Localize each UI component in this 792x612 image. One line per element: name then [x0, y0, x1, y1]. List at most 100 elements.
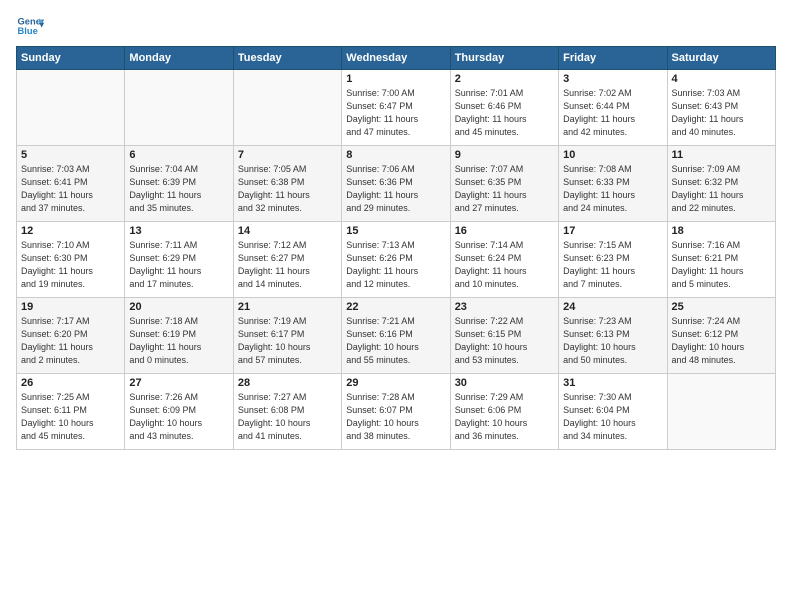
- day-number: 5: [21, 149, 120, 161]
- weekday-header-monday: Monday: [125, 47, 233, 70]
- day-info: Sunrise: 7:09 AM Sunset: 6:32 PM Dayligh…: [672, 163, 771, 215]
- weekday-header-friday: Friday: [559, 47, 667, 70]
- day-info: Sunrise: 7:07 AM Sunset: 6:35 PM Dayligh…: [455, 163, 554, 215]
- calendar-cell: 12 Sunrise: 7:10 AM Sunset: 6:30 PM Dayli…: [17, 222, 125, 298]
- day-info: Sunrise: 7:22 AM Sunset: 6:15 PM Dayligh…: [455, 315, 554, 367]
- day-info: Sunrise: 7:17 AM Sunset: 6:20 PM Dayligh…: [21, 315, 120, 367]
- header: General Blue: [16, 12, 776, 40]
- day-number: 25: [672, 301, 771, 313]
- calendar-cell: 31 Sunrise: 7:30 AM Sunset: 6:04 PM Dayli…: [559, 374, 667, 450]
- day-info: Sunrise: 7:27 AM Sunset: 6:08 PM Dayligh…: [238, 391, 337, 443]
- day-number: 13: [129, 225, 228, 237]
- calendar-body: 1Sunrise: 7:00 AM Sunset: 6:47 PM Daylig…: [17, 70, 776, 450]
- calendar-cell: 1Sunrise: 7:00 AM Sunset: 6:47 PM Daylig…: [342, 70, 450, 146]
- day-number: 2: [455, 73, 554, 85]
- logo-icon: General Blue: [16, 12, 44, 40]
- day-info: Sunrise: 7:11 AM Sunset: 6:29 PM Dayligh…: [129, 239, 228, 291]
- day-info: Sunrise: 7:06 AM Sunset: 6:36 PM Dayligh…: [346, 163, 445, 215]
- day-info: Sunrise: 7:03 AM Sunset: 6:41 PM Dayligh…: [21, 163, 120, 215]
- day-number: 8: [346, 149, 445, 161]
- calendar-cell: 22 Sunrise: 7:21 AM Sunset: 6:16 PM Dayli…: [342, 298, 450, 374]
- day-info: Sunrise: 7:01 AM Sunset: 6:46 PM Dayligh…: [455, 87, 554, 139]
- day-number: 4: [672, 73, 771, 85]
- day-info: Sunrise: 7:05 AM Sunset: 6:38 PM Dayligh…: [238, 163, 337, 215]
- day-number: 31: [563, 377, 662, 389]
- day-info: Sunrise: 7:03 AM Sunset: 6:43 PM Dayligh…: [672, 87, 771, 139]
- calendar-cell: [125, 70, 233, 146]
- calendar-cell: 9 Sunrise: 7:07 AM Sunset: 6:35 PM Daylig…: [450, 146, 558, 222]
- day-number: 10: [563, 149, 662, 161]
- day-number: 20: [129, 301, 228, 313]
- day-number: 29: [346, 377, 445, 389]
- day-info: Sunrise: 7:24 AM Sunset: 6:12 PM Dayligh…: [672, 315, 771, 367]
- calendar-cell: 7 Sunrise: 7:05 AM Sunset: 6:38 PM Daylig…: [233, 146, 341, 222]
- day-number: 30: [455, 377, 554, 389]
- day-info: Sunrise: 7:21 AM Sunset: 6:16 PM Dayligh…: [346, 315, 445, 367]
- logo: General Blue: [16, 12, 44, 40]
- day-number: 22: [346, 301, 445, 313]
- day-info: Sunrise: 7:25 AM Sunset: 6:11 PM Dayligh…: [21, 391, 120, 443]
- calendar-cell: 30 Sunrise: 7:29 AM Sunset: 6:06 PM Dayli…: [450, 374, 558, 450]
- week-row-3: 12 Sunrise: 7:10 AM Sunset: 6:30 PM Dayli…: [17, 222, 776, 298]
- day-number: 18: [672, 225, 771, 237]
- day-info: Sunrise: 7:13 AM Sunset: 6:26 PM Dayligh…: [346, 239, 445, 291]
- day-info: Sunrise: 7:12 AM Sunset: 6:27 PM Dayligh…: [238, 239, 337, 291]
- day-number: 3: [563, 73, 662, 85]
- day-info: Sunrise: 7:14 AM Sunset: 6:24 PM Dayligh…: [455, 239, 554, 291]
- calendar-cell: 27 Sunrise: 7:26 AM Sunset: 6:09 PM Dayli…: [125, 374, 233, 450]
- calendar-cell: 21Sunrise: 7:19 AM Sunset: 6:17 PM Dayli…: [233, 298, 341, 374]
- calendar-table: SundayMondayTuesdayWednesdayThursdayFrid…: [16, 46, 776, 450]
- day-number: 6: [129, 149, 228, 161]
- calendar-cell: 4 Sunrise: 7:03 AM Sunset: 6:43 PM Daylig…: [667, 70, 775, 146]
- day-info: Sunrise: 7:28 AM Sunset: 6:07 PM Dayligh…: [346, 391, 445, 443]
- day-number: 26: [21, 377, 120, 389]
- calendar-cell: 20 Sunrise: 7:18 AM Sunset: 6:19 PM Dayli…: [125, 298, 233, 374]
- calendar-cell: 28 Sunrise: 7:27 AM Sunset: 6:08 PM Dayli…: [233, 374, 341, 450]
- week-row-1: 1Sunrise: 7:00 AM Sunset: 6:47 PM Daylig…: [17, 70, 776, 146]
- calendar-cell: 24Sunrise: 7:23 AM Sunset: 6:13 PM Dayli…: [559, 298, 667, 374]
- day-number: 23: [455, 301, 554, 313]
- day-info: Sunrise: 7:26 AM Sunset: 6:09 PM Dayligh…: [129, 391, 228, 443]
- week-row-5: 26 Sunrise: 7:25 AM Sunset: 6:11 PM Dayli…: [17, 374, 776, 450]
- calendar-cell: 19 Sunrise: 7:17 AM Sunset: 6:20 PM Dayli…: [17, 298, 125, 374]
- calendar-cell: 10 Sunrise: 7:08 AM Sunset: 6:33 PM Dayli…: [559, 146, 667, 222]
- weekday-header-sunday: Sunday: [17, 47, 125, 70]
- calendar-cell: 25 Sunrise: 7:24 AM Sunset: 6:12 PM Dayli…: [667, 298, 775, 374]
- weekday-header-row: SundayMondayTuesdayWednesdayThursdayFrid…: [17, 47, 776, 70]
- day-number: 14: [238, 225, 337, 237]
- calendar-cell: 26 Sunrise: 7:25 AM Sunset: 6:11 PM Dayli…: [17, 374, 125, 450]
- day-number: 28: [238, 377, 337, 389]
- calendar-cell: 18 Sunrise: 7:16 AM Sunset: 6:21 PM Dayli…: [667, 222, 775, 298]
- day-info: Sunrise: 7:30 AM Sunset: 6:04 PM Dayligh…: [563, 391, 662, 443]
- day-info: Sunrise: 7:10 AM Sunset: 6:30 PM Dayligh…: [21, 239, 120, 291]
- day-number: 24: [563, 301, 662, 313]
- calendar-cell: [233, 70, 341, 146]
- week-row-2: 5 Sunrise: 7:03 AM Sunset: 6:41 PM Daylig…: [17, 146, 776, 222]
- day-number: 1: [346, 73, 445, 85]
- day-number: 27: [129, 377, 228, 389]
- calendar-cell: 23 Sunrise: 7:22 AM Sunset: 6:15 PM Dayli…: [450, 298, 558, 374]
- day-number: 9: [455, 149, 554, 161]
- day-info: Sunrise: 7:08 AM Sunset: 6:33 PM Dayligh…: [563, 163, 662, 215]
- day-number: 7: [238, 149, 337, 161]
- day-info: Sunrise: 7:29 AM Sunset: 6:06 PM Dayligh…: [455, 391, 554, 443]
- day-info: Sunrise: 7:18 AM Sunset: 6:19 PM Dayligh…: [129, 315, 228, 367]
- day-info: Sunrise: 7:15 AM Sunset: 6:23 PM Dayligh…: [563, 239, 662, 291]
- svg-text:Blue: Blue: [18, 26, 38, 36]
- calendar-cell: 6Sunrise: 7:04 AM Sunset: 6:39 PM Daylig…: [125, 146, 233, 222]
- calendar-cell: 15 Sunrise: 7:13 AM Sunset: 6:26 PM Dayli…: [342, 222, 450, 298]
- day-info: Sunrise: 7:16 AM Sunset: 6:21 PM Dayligh…: [672, 239, 771, 291]
- day-info: Sunrise: 7:02 AM Sunset: 6:44 PM Dayligh…: [563, 87, 662, 139]
- calendar-cell: 13 Sunrise: 7:11 AM Sunset: 6:29 PM Dayli…: [125, 222, 233, 298]
- day-number: 12: [21, 225, 120, 237]
- calendar-cell: 14 Sunrise: 7:12 AM Sunset: 6:27 PM Dayli…: [233, 222, 341, 298]
- day-number: 17: [563, 225, 662, 237]
- calendar-cell: 8 Sunrise: 7:06 AM Sunset: 6:36 PM Daylig…: [342, 146, 450, 222]
- week-row-4: 19 Sunrise: 7:17 AM Sunset: 6:20 PM Dayli…: [17, 298, 776, 374]
- calendar-cell: [17, 70, 125, 146]
- day-number: 19: [21, 301, 120, 313]
- page: General Blue SundayMondayTuesdayWednesda…: [0, 0, 792, 612]
- day-number: 15: [346, 225, 445, 237]
- day-number: 16: [455, 225, 554, 237]
- calendar-cell: 11Sunrise: 7:09 AM Sunset: 6:32 PM Dayli…: [667, 146, 775, 222]
